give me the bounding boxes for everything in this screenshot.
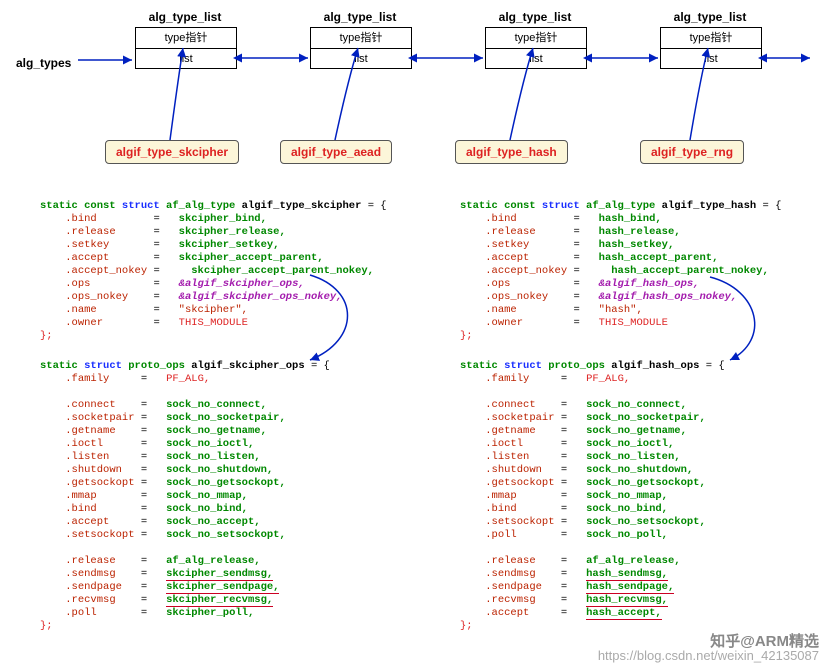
alg-types-label: alg_types <box>16 56 71 70</box>
row: list <box>311 49 411 69</box>
row: type指针 <box>136 28 236 49</box>
wm-line2: https://blog.csdn.net/weixin_42135087 <box>598 649 819 663</box>
cap-hash: algif_type_hash <box>455 140 568 164</box>
cap-rng: algif_type_rng <box>640 140 744 164</box>
code-skcipher-type: static const struct af_alg_type algif_ty… <box>40 200 387 343</box>
row: list <box>661 49 761 69</box>
node-title-4: alg_type_list <box>660 10 760 24</box>
wm-line1: 知乎@ARM精选 <box>598 635 819 649</box>
alg-box-4: type指针 list <box>660 27 762 69</box>
row: type指针 <box>311 28 411 49</box>
alg-box-2: type指针 list <box>310 27 412 69</box>
cap-skcipher: algif_type_skcipher <box>105 140 239 164</box>
node-title-1: alg_type_list <box>135 10 235 24</box>
cap-aead: algif_type_aead <box>280 140 392 164</box>
watermark: 知乎@ARM精选 https://blog.csdn.net/weixin_42… <box>598 635 819 663</box>
node-title-3: alg_type_list <box>485 10 585 24</box>
row: list <box>486 49 586 69</box>
node-title-2: alg_type_list <box>310 10 410 24</box>
code-skcipher-ops: static struct proto_ops algif_skcipher_o… <box>40 360 330 633</box>
alg-box-1: type指针 list <box>135 27 237 69</box>
alg-box-3: type指针 list <box>485 27 587 69</box>
code-hash-ops: static struct proto_ops algif_hash_ops =… <box>460 360 725 633</box>
row: list <box>136 49 236 69</box>
code-hash-type: static const struct af_alg_type algif_ty… <box>460 200 781 343</box>
row: type指针 <box>486 28 586 49</box>
row: type指针 <box>661 28 761 49</box>
